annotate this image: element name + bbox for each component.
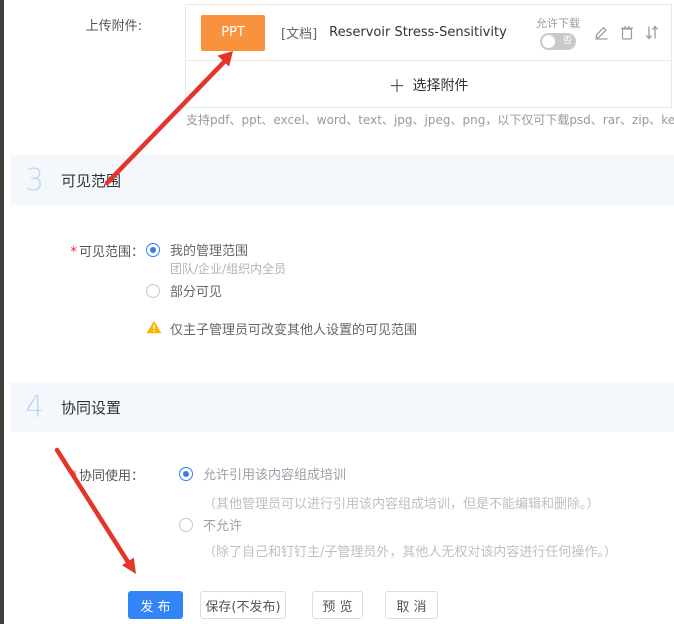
upload-attachment-label: 上传附件: bbox=[40, 15, 142, 34]
attachment-file-name: Reservoir Stress-Sensitivity bbox=[329, 25, 507, 40]
allow-download-toggle[interactable]: 否 bbox=[540, 33, 576, 50]
attachment-card: PPT [文档] Reservoir Stress-Sensitivity 允许… bbox=[185, 4, 672, 108]
visibility-warning: 仅主子管理员可改变其他人设置的可见范围 bbox=[146, 319, 417, 338]
doc-type-tag: [文档] bbox=[281, 23, 317, 42]
radio-unselected-icon[interactable] bbox=[146, 284, 160, 298]
visibility-option-partial[interactable]: 部分可见 bbox=[146, 281, 222, 300]
collab-option-label[interactable]: 不允许 bbox=[203, 515, 242, 534]
required-asterisk: * bbox=[70, 245, 77, 260]
section-title: 可见范围 bbox=[61, 170, 121, 191]
radio-selected-icon[interactable] bbox=[179, 467, 193, 481]
radio-unselected-icon[interactable] bbox=[179, 518, 193, 532]
save-draft-button[interactable]: 保存(不发布) bbox=[200, 591, 286, 619]
visibility-field-label: *可见范围： bbox=[40, 241, 144, 260]
section-header-visibility: 3 可见范围 bbox=[10, 155, 674, 205]
allow-download-label: 允许下载 bbox=[536, 15, 580, 31]
plus-icon: ＋ bbox=[389, 72, 406, 97]
supported-formats-hint: 支持pdf、ppt、excel、word、text、jpg、jpeg、png，以… bbox=[186, 111, 674, 128]
section-header-collaboration: 4 协同设置 bbox=[10, 382, 674, 432]
delete-icon[interactable] bbox=[620, 25, 634, 40]
collab-option-allow[interactable]: 允许引用该内容组成培训 bbox=[179, 464, 346, 483]
window-left-border bbox=[0, 0, 4, 624]
collab-option-note: （其他管理员可以进行引用该内容组成培训，但是不能编辑和删除。） bbox=[203, 493, 600, 512]
training-content-form: 上传附件: PPT [文档] Reservoir Stress-Sensitiv… bbox=[0, 0, 674, 624]
collab-option-deny[interactable]: 不允许 bbox=[179, 515, 242, 534]
visibility-option-my-scope[interactable]: 我的管理范围 bbox=[146, 240, 248, 259]
file-type-badge: PPT bbox=[201, 15, 265, 51]
warning-text: 仅主子管理员可改变其他人设置的可见范围 bbox=[170, 319, 417, 338]
reorder-icon[interactable] bbox=[645, 25, 659, 40]
visibility-option-label[interactable]: 我的管理范围 bbox=[170, 240, 248, 259]
attachment-file-row: PPT [文档] Reservoir Stress-Sensitivity 允许… bbox=[186, 5, 671, 61]
edit-icon[interactable] bbox=[594, 25, 609, 40]
select-attachment-label: 选择附件 bbox=[413, 75, 469, 95]
radio-selected-icon[interactable] bbox=[146, 243, 160, 257]
collab-option-label[interactable]: 允许引用该内容组成培训 bbox=[203, 464, 346, 483]
toggle-off-text: 否 bbox=[563, 35, 572, 48]
warning-icon bbox=[146, 319, 162, 338]
visibility-option-label[interactable]: 部分可见 bbox=[170, 281, 222, 300]
visibility-option-sublabel: 团队/企业/组织内全员 bbox=[170, 260, 286, 277]
preview-button[interactable]: 预 览 bbox=[312, 591, 363, 619]
allow-download-group: 允许下载 否 bbox=[536, 15, 580, 50]
collaboration-field-label: *协同使用： bbox=[40, 465, 144, 484]
attachment-actions bbox=[594, 25, 659, 40]
toggle-knob bbox=[542, 35, 555, 48]
required-asterisk: * bbox=[70, 469, 77, 484]
select-attachment-button[interactable]: ＋ 选择附件 bbox=[186, 61, 671, 108]
section-number: 3 bbox=[25, 163, 57, 198]
publish-button[interactable]: 发 布 bbox=[128, 591, 183, 619]
section-number: 4 bbox=[25, 390, 57, 425]
cancel-button[interactable]: 取 消 bbox=[385, 591, 438, 619]
section-title: 协同设置 bbox=[61, 397, 121, 418]
collab-option-note: （除了自己和钉钉主/子管理员外，其他人无权对该内容进行任何操作。） bbox=[203, 541, 617, 560]
